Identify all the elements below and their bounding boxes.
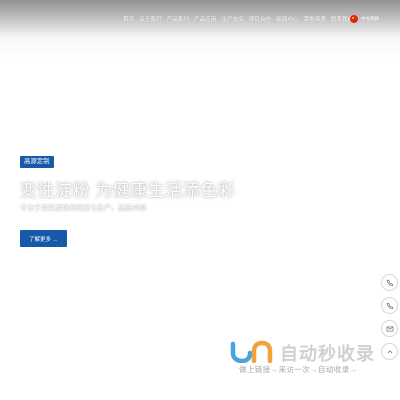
arrow-up-icon — [387, 349, 392, 353]
phone-icon — [386, 302, 393, 309]
watermark-subtitle: 做上链接→来访一次→自动收录→ — [239, 365, 358, 374]
nav-item-applications[interactable]: 产品应用 — [194, 15, 216, 23]
nav-item-cooperation[interactable]: 项目合作 — [249, 15, 271, 23]
language-switcher[interactable]: 中文简体 — [350, 15, 379, 23]
nav-item-honors[interactable]: 荣誉资质 — [304, 15, 326, 23]
phone-button[interactable] — [381, 274, 398, 291]
language-label: 中文简体 — [361, 16, 380, 21]
nav-item-workshop[interactable]: 生产车间 — [221, 15, 243, 23]
learn-more-button[interactable]: 了解更多 → — [20, 230, 67, 247]
hero-title: 变性淀粉 为健康生活添色彩 — [20, 181, 236, 200]
phone-icon — [386, 279, 393, 286]
mail-button[interactable] — [381, 320, 398, 337]
nav-item-about[interactable]: 关于我们 — [139, 15, 161, 23]
china-flag-icon — [350, 15, 358, 23]
hero-badge: 高源定制 — [20, 156, 54, 168]
mail-icon — [386, 326, 393, 331]
watermark: 自动秒收录 做上链接→来访一次→自动收录→ — [228, 339, 384, 379]
nav-item-products[interactable]: 产品系列 — [167, 15, 189, 23]
hero-subtitle: 专注于变性淀粉的研发与生产，品质卓越 — [20, 205, 146, 212]
nav-item-home[interactable]: 首页 — [123, 15, 134, 23]
phone-button-2[interactable] — [381, 297, 398, 314]
watermark-logo-icon — [230, 340, 273, 363]
nav-item-news[interactable]: 新闻中心 — [276, 15, 298, 23]
watermark-title: 自动秒收录 — [280, 344, 375, 364]
main-nav: 首页 关于我们 产品系列 产品应用 生产车间 项目合作 新闻中心 荣誉资质 联系… — [123, 15, 353, 23]
